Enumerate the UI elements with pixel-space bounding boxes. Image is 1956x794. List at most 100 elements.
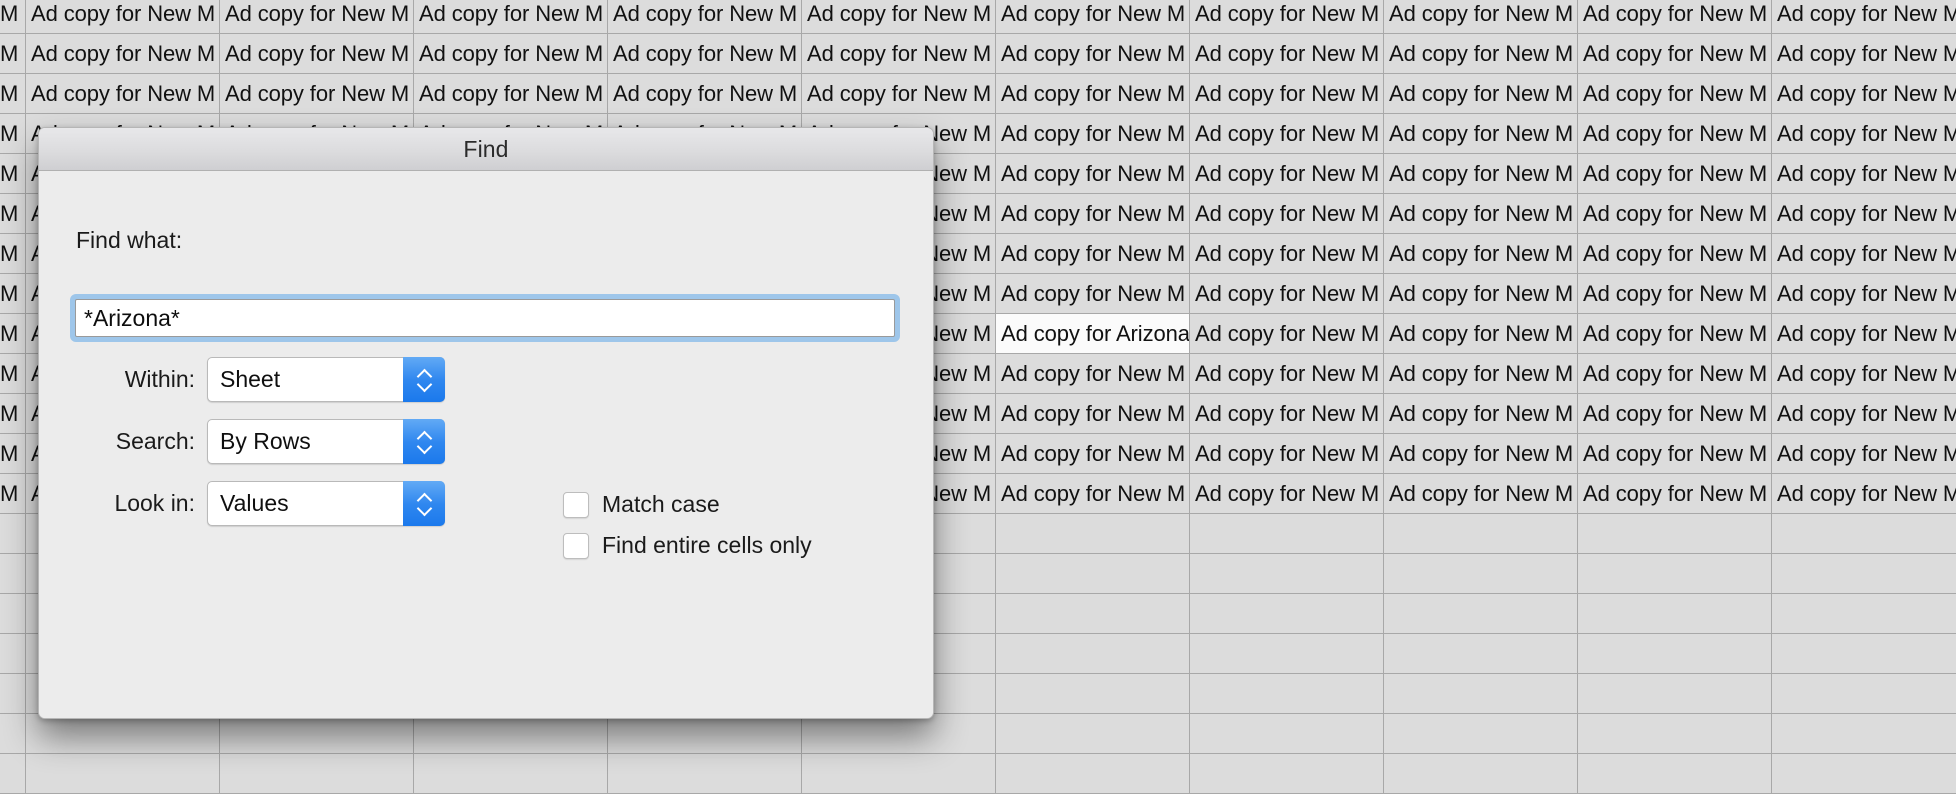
grid-cell[interactable] <box>1190 594 1384 634</box>
grid-cell[interactable]: Ad copy for New M <box>1772 34 1956 74</box>
grid-cell[interactable]: Ad copy for New M <box>608 0 802 34</box>
grid-cell[interactable]: Ad copy for New M <box>1578 194 1772 234</box>
grid-cell[interactable]: Ad copy for New M <box>1578 234 1772 274</box>
grid-cell[interactable] <box>1578 754 1772 794</box>
grid-cell[interactable] <box>1384 634 1578 674</box>
table-row[interactable] <box>0 714 1956 754</box>
grid-cell[interactable]: Ad copy for New M <box>1772 474 1956 514</box>
within-select[interactable]: Sheet <box>207 357 445 402</box>
grid-cell[interactable] <box>1384 594 1578 634</box>
grid-cell[interactable] <box>1190 514 1384 554</box>
grid-cell[interactable] <box>1772 514 1956 554</box>
grid-cell[interactable]: M <box>0 34 26 74</box>
grid-cell[interactable]: Ad copy for New M <box>996 274 1190 314</box>
grid-cell[interactable]: M <box>0 354 26 394</box>
grid-cell[interactable]: Ad copy for New M <box>26 0 220 34</box>
grid-cell[interactable]: M <box>0 74 26 114</box>
grid-cell[interactable] <box>1190 754 1384 794</box>
grid-cell[interactable] <box>1578 554 1772 594</box>
grid-cell[interactable]: Ad copy for New M <box>1384 0 1578 34</box>
grid-cell[interactable]: M <box>0 234 26 274</box>
find-entire-cells-checkbox-row[interactable]: Find entire cells only <box>563 532 812 559</box>
grid-cell[interactable] <box>1384 714 1578 754</box>
grid-cell[interactable] <box>1578 634 1772 674</box>
grid-cell[interactable] <box>1772 634 1956 674</box>
grid-cell[interactable] <box>802 754 996 794</box>
grid-cell[interactable]: Ad copy for New M <box>1772 74 1956 114</box>
grid-cell[interactable]: Ad copy for New M <box>608 34 802 74</box>
grid-cell[interactable]: M <box>0 194 26 234</box>
grid-cell[interactable]: Ad copy for New M <box>26 34 220 74</box>
grid-cell[interactable] <box>0 674 26 714</box>
grid-cell[interactable]: Ad copy for New M <box>1772 154 1956 194</box>
grid-cell[interactable] <box>1190 554 1384 594</box>
grid-cell[interactable]: Ad copy for New M <box>1384 434 1578 474</box>
grid-cell[interactable] <box>996 554 1190 594</box>
grid-cell[interactable]: Ad copy for New M <box>996 474 1190 514</box>
grid-cell[interactable]: Ad copy for New M <box>1578 74 1772 114</box>
grid-cell[interactable] <box>1578 594 1772 634</box>
grid-cell[interactable]: Ad copy for New M <box>1772 194 1956 234</box>
grid-cell[interactable]: Ad copy for New M <box>1772 434 1956 474</box>
grid-cell[interactable]: Ad copy for New M <box>1578 314 1772 354</box>
grid-cell[interactable]: Ad copy for New M <box>1190 354 1384 394</box>
grid-cell[interactable]: Ad copy for New M <box>1384 274 1578 314</box>
grid-cell[interactable]: Ad copy for New M <box>1190 434 1384 474</box>
grid-cell[interactable]: Ad copy for New M <box>608 74 802 114</box>
chevron-updown-icon[interactable] <box>403 481 445 526</box>
grid-cell[interactable]: Ad copy for New M <box>996 34 1190 74</box>
grid-cell[interactable]: M <box>0 154 26 194</box>
grid-cell[interactable]: Ad copy for New M <box>1384 394 1578 434</box>
table-row[interactable]: MAd copy for New MAd copy for New MAd co… <box>0 74 1956 114</box>
dialog-titlebar[interactable]: Find <box>39 128 933 171</box>
grid-cell[interactable]: Ad copy for New M <box>996 234 1190 274</box>
grid-cell[interactable]: Ad copy for New M <box>996 154 1190 194</box>
grid-cell[interactable] <box>1190 634 1384 674</box>
table-row[interactable]: MAd copy for New MAd copy for New MAd co… <box>0 34 1956 74</box>
grid-cell[interactable] <box>0 754 26 794</box>
grid-cell[interactable] <box>1578 674 1772 714</box>
grid-cell[interactable] <box>0 554 26 594</box>
grid-cell[interactable]: Ad copy for New M <box>1384 34 1578 74</box>
grid-cell[interactable]: Ad copy for New M <box>1190 34 1384 74</box>
grid-cell[interactable]: Ad copy for New M <box>1190 474 1384 514</box>
grid-cell[interactable]: Ad copy for New M <box>1772 394 1956 434</box>
grid-cell[interactable]: Ad copy for New M <box>802 74 996 114</box>
grid-cell[interactable] <box>1772 594 1956 634</box>
grid-cell[interactable] <box>1384 554 1578 594</box>
grid-cell[interactable]: Ad copy for New M <box>996 354 1190 394</box>
grid-cell[interactable]: Ad copy for New M <box>1384 154 1578 194</box>
grid-cell[interactable] <box>802 714 996 754</box>
match-case-checkbox-row[interactable]: Match case <box>563 491 720 518</box>
grid-cell[interactable]: Ad copy for New M <box>1578 114 1772 154</box>
grid-cell[interactable]: Ad copy for New M <box>996 434 1190 474</box>
search-select[interactable]: By Rows <box>207 419 445 464</box>
find-entire-cells-checkbox[interactable] <box>563 533 589 559</box>
grid-cell[interactable]: Ad copy for New M <box>26 74 220 114</box>
grid-cell[interactable] <box>220 754 414 794</box>
grid-cell[interactable] <box>0 594 26 634</box>
grid-cell[interactable]: M <box>0 114 26 154</box>
grid-cell[interactable]: Ad copy for New M <box>1384 354 1578 394</box>
grid-cell[interactable]: Ad copy for New M <box>1578 0 1772 34</box>
grid-cell[interactable]: Ad copy for New M <box>1578 154 1772 194</box>
grid-cell[interactable]: M <box>0 474 26 514</box>
grid-cell[interactable]: Ad copy for New M <box>414 34 608 74</box>
grid-cell[interactable]: Ad copy for New M <box>1772 234 1956 274</box>
match-case-checkbox[interactable] <box>563 492 589 518</box>
grid-cell[interactable]: M <box>0 394 26 434</box>
grid-cell[interactable]: M <box>0 434 26 474</box>
grid-cell[interactable] <box>1190 714 1384 754</box>
grid-cell[interactable]: Ad copy for New M <box>1384 114 1578 154</box>
grid-cell[interactable] <box>996 754 1190 794</box>
grid-cell[interactable]: Ad copy for New M <box>1772 354 1956 394</box>
grid-cell[interactable] <box>26 714 220 754</box>
grid-cell[interactable] <box>414 714 608 754</box>
grid-cell[interactable]: Ad copy for New M <box>1190 274 1384 314</box>
grid-cell[interactable] <box>1384 674 1578 714</box>
grid-cell[interactable]: Ad copy for New M <box>1190 194 1384 234</box>
grid-cell[interactable]: Ad copy for New M <box>414 74 608 114</box>
table-row[interactable] <box>0 754 1956 794</box>
grid-cell[interactable] <box>26 754 220 794</box>
grid-cell[interactable]: Ad copy for New M <box>1384 234 1578 274</box>
